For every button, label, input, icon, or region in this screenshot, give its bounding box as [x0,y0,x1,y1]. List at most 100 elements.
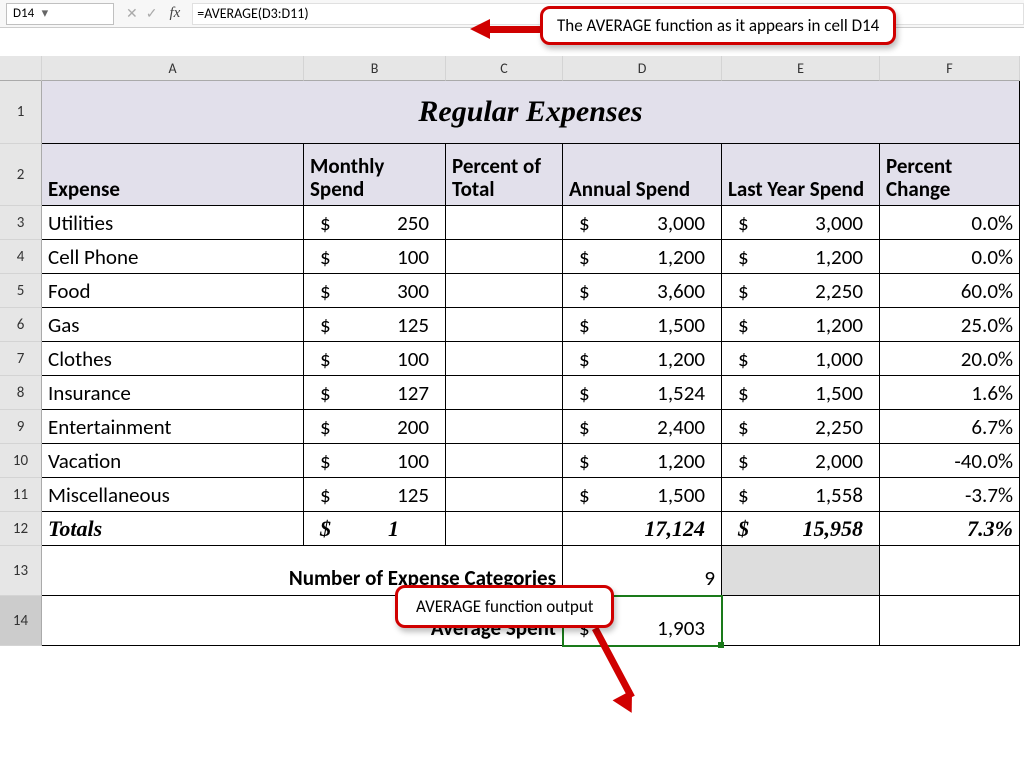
cell-c10[interactable] [446,444,563,478]
cell-c4[interactable] [446,240,563,274]
row-header-2[interactable]: 2 [0,144,42,206]
cell-f5[interactable]: 60.0% [880,274,1020,308]
header-percent-change[interactable]: Percent Change [880,144,1020,206]
cell-a3[interactable]: Utilities [42,206,304,240]
cell-c9[interactable] [446,410,563,444]
cell-f10[interactable]: -40.0% [880,444,1020,478]
header-annual[interactable]: Annual Spend [563,144,722,206]
row-header-7[interactable]: 7 [0,342,42,376]
name-box[interactable]: D14 ▾ [6,3,114,25]
row-header-4[interactable]: 4 [0,240,42,274]
row-header-10[interactable]: 10 [0,444,42,478]
row-header-1[interactable]: 1 [0,81,42,144]
cell-b4[interactable]: $100 [304,240,446,274]
cell-a6[interactable]: Gas [42,308,304,342]
cell-f14[interactable] [880,596,1020,646]
cell-b11[interactable]: $125 [304,478,446,512]
cell-c12[interactable] [446,512,563,546]
cell-a9[interactable]: Entertainment [42,410,304,444]
title-cell[interactable]: Regular Expenses [42,81,1020,144]
cell-a4[interactable]: Cell Phone [42,240,304,274]
cell-d8[interactable]: $1,524 [563,376,722,410]
cell-a8[interactable]: Insurance [42,376,304,410]
cell-d3[interactable]: $3,000 [563,206,722,240]
cell-b8[interactable]: $127 [304,376,446,410]
cell-c11[interactable] [446,478,563,512]
name-box-value: D14 [13,6,34,21]
cell-b6[interactable]: $125 [304,308,446,342]
cell-b12[interactable]: $1 [304,512,446,546]
cell-a11[interactable]: Miscellaneous [42,478,304,512]
cell-d11[interactable]: $1,500 [563,478,722,512]
col-header-a[interactable]: A [42,56,304,81]
cell-a7[interactable]: Clothes [42,342,304,376]
cell-b9[interactable]: $200 [304,410,446,444]
cell-e12[interactable]: $15,958 [722,512,880,546]
cell-d12[interactable]: 17,124 [563,512,722,546]
row-header-6[interactable]: 6 [0,308,42,342]
name-box-dropdown-icon[interactable]: ▾ [34,6,48,21]
cell-e6[interactable]: $1,200 [722,308,880,342]
col-header-d[interactable]: D [563,56,722,81]
header-last-year[interactable]: Last Year Spend [722,144,880,206]
cell-f7[interactable]: 20.0% [880,342,1020,376]
select-all-corner[interactable] [0,56,42,81]
cell-f3[interactable]: 0.0% [880,206,1020,240]
row-header-11[interactable]: 11 [0,478,42,512]
row-header-8[interactable]: 8 [0,376,42,410]
enter-icon[interactable]: ✓ [146,5,158,22]
cell-e10[interactable]: $2,000 [722,444,880,478]
cell-a10[interactable]: Vacation [42,444,304,478]
cell-b7[interactable]: $100 [304,342,446,376]
cell-d6[interactable]: $1,500 [563,308,722,342]
cell-c5[interactable] [446,274,563,308]
cell-c6[interactable] [446,308,563,342]
spreadsheet-grid: A B C D E F 1 Regular Expenses 2 Expense… [0,56,1024,646]
row-header-9[interactable]: 9 [0,410,42,444]
cell-f8[interactable]: 1.6% [880,376,1020,410]
col-header-f[interactable]: F [880,56,1020,81]
cell-f11[interactable]: -3.7% [880,478,1020,512]
cell-e11[interactable]: $1,558 [722,478,880,512]
cell-e7[interactable]: $1,000 [722,342,880,376]
cell-b5[interactable]: $300 [304,274,446,308]
cell-e8[interactable]: $1,500 [722,376,880,410]
cell-f4[interactable]: 0.0% [880,240,1020,274]
cell-b3[interactable]: $250 [304,206,446,240]
cell-a5[interactable]: Food [42,274,304,308]
cell-c3[interactable] [446,206,563,240]
cell-e13[interactable] [722,546,880,596]
row-header-5[interactable]: 5 [0,274,42,308]
cell-e14[interactable] [722,596,880,646]
cell-d7[interactable]: $1,200 [563,342,722,376]
cell-f9[interactable]: 6.7% [880,410,1020,444]
cell-f12[interactable]: 7.3% [880,512,1020,546]
cell-e5[interactable]: $2,250 [722,274,880,308]
cell-e4[interactable]: $1,200 [722,240,880,274]
fx-icon[interactable]: fx [169,5,180,22]
cell-a12[interactable]: Totals [42,512,304,546]
row-header-13[interactable]: 13 [0,546,42,596]
col-header-c[interactable]: C [446,56,563,81]
arrow-to-formula [470,20,540,38]
header-percent-total[interactable]: Percent of Total [446,144,563,206]
row-header-14[interactable]: 14 [0,596,42,646]
col-header-e[interactable]: E [722,56,880,81]
cell-d9[interactable]: $2,400 [563,410,722,444]
cell-d5[interactable]: $3,600 [563,274,722,308]
cell-c8[interactable] [446,376,563,410]
cell-b10[interactable]: $100 [304,444,446,478]
cancel-icon[interactable]: ✕ [126,5,138,22]
header-expense[interactable]: Expense [42,144,304,206]
col-header-b[interactable]: B [304,56,446,81]
cell-f13[interactable] [880,546,1020,596]
cell-c7[interactable] [446,342,563,376]
cell-e9[interactable]: $2,250 [722,410,880,444]
cell-f6[interactable]: 25.0% [880,308,1020,342]
row-header-12[interactable]: 12 [0,512,42,546]
cell-e3[interactable]: $3,000 [722,206,880,240]
row-header-3[interactable]: 3 [0,206,42,240]
header-monthly[interactable]: Monthly Spend [304,144,446,206]
cell-d10[interactable]: $1,200 [563,444,722,478]
cell-d4[interactable]: $1,200 [563,240,722,274]
